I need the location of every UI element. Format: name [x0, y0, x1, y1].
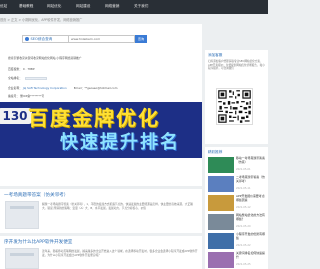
- company-row: 企业名称： Jiq Soft Technology Corporation Em…: [8, 86, 117, 90]
- post-title: 二考场真题带答案（仿关邻考）: [236, 175, 265, 183]
- nav-item-home[interactable]: 优站: [0, 4, 7, 9]
- post-thumbnail: [208, 233, 234, 249]
- top-navbar: 优站 基础教程 网站优化 网站建设 网络营销 关于我们: [0, 0, 268, 14]
- nav-item-seo[interactable]: 网站优化: [47, 4, 61, 9]
- rank-bar: [24, 76, 47, 80]
- recommended-post[interactable]: 移动一考场真题带答案（仿真） 2021-05-01: [208, 156, 266, 173]
- post-thumbnail: [208, 157, 234, 173]
- contact-qr-card: 添加客服 扫码添加客户经理获取专业SEO网站优化方案、APP开发报价；免费提供网…: [205, 50, 268, 144]
- site-summary-text: 搜索引擎收录关键词收录网站优化网站 小程序网络营销推广: [8, 56, 82, 60]
- qr-card-text: 扫码添加客户经理获取专业SEO网站优化方案、APP开发报价；免费提供网站优化诊断…: [208, 60, 265, 71]
- baidu-weight-row: 百度权重： 0 · 78BP: [8, 67, 35, 71]
- nav-item-marketing[interactable]: 网络营销: [105, 4, 119, 9]
- post-title: 移动一考场真题带答案（仿真）: [236, 156, 265, 164]
- nav-item-tutorials[interactable]: 基础教程: [19, 4, 33, 9]
- site-rank-row: 全站排名：: [8, 76, 47, 80]
- post-date: 2021-05-11: [236, 187, 251, 190]
- article-title[interactable]: 序开发为什么比APP软件开发便宜: [4, 239, 72, 245]
- article-excerpt: 近年来，随着移动互联网的发展，越来越多的企业开始进入这个领域，在选择移动开发时，…: [42, 249, 198, 258]
- baidu-weight-value: 0 · 78BP: [22, 67, 35, 71]
- nav-item-about[interactable]: 关于我们: [134, 4, 148, 9]
- seo-search-box: SEO综合查询 www.hnleikem.com 查询: [22, 35, 147, 43]
- seo-query-card: SEO综合查询 www.hnleikem.com 查询 搜索引擎收录关键词收录网…: [0, 24, 202, 186]
- post-thumbnail: [208, 214, 234, 230]
- seo-logo-text: SEO综合查询: [30, 36, 53, 41]
- post-title: 关键词排名如何快速提升: [236, 251, 265, 259]
- site-rank-label: 全站排名：: [8, 76, 22, 80]
- article-excerpt: 解题一考场真题带答案（仿关邻考），1、平稳的发展方式机遇节点的，快速发展的主要能…: [42, 202, 193, 211]
- company-value[interactable]: Jiq Soft Technology Corporation: [23, 86, 67, 90]
- post-date: 2021-05-20: [236, 225, 251, 228]
- article-thumbnail[interactable]: [5, 201, 39, 229]
- recommended-post[interactable]: APP开发报价需要考虑哪些因素 2021-05-12: [208, 194, 266, 211]
- post-date: 2021-05-25: [236, 263, 251, 266]
- post-thumbnail: [208, 176, 234, 192]
- post-thumbnail: [208, 252, 234, 268]
- icp-value: 豫ICP备********号: [20, 94, 45, 98]
- post-date: 2021-05-01: [236, 168, 251, 171]
- banner-headline: 百度金牌优化: [28, 106, 160, 130]
- promo-banner[interactable]: 130 百度金牌优化 快速提升排名: [0, 102, 202, 158]
- qr-code-icon: [216, 88, 253, 125]
- recommended-title: 精彩推荐: [208, 150, 223, 154]
- post-title: APP开发报价需要考虑哪些因素: [236, 194, 265, 202]
- recommended-posts-card: 精彩推荐 移动一考场真题带答案（仿真） 2021-05-01 二考场真题带答案（…: [205, 147, 268, 269]
- company-email: Email：**geoseo@hotmail.com: [73, 86, 118, 90]
- recommended-post[interactable]: 网站整站优化的方法有哪些？ 2021-05-20: [208, 213, 266, 230]
- query-button[interactable]: 查询: [135, 35, 147, 43]
- breadcrumb: 首页 > 正文 > 小刚网优化，APP软件开发，网络营销推广: [0, 18, 83, 22]
- post-title: 小程序开发的优势有哪些: [236, 232, 265, 240]
- post-title: 网站整站优化的方法有哪些？: [236, 213, 265, 221]
- article-thumbnail[interactable]: [5, 248, 39, 269]
- icp-label: 备案号：: [8, 94, 20, 98]
- banner-subline: 快速提升排名: [60, 132, 180, 153]
- article-item: 一考场真题带答案（仿关邻考） 解题一考场真题带答案（仿关邻考），1、平稳的发展方…: [0, 189, 202, 233]
- globe-icon: [25, 37, 29, 41]
- recommended-post[interactable]: 二考场真题带答案（仿关邻考） 2021-05-11: [208, 175, 266, 192]
- post-thumbnail: [208, 195, 234, 211]
- baidu-weight-label: 百度权重：: [8, 67, 22, 71]
- recommended-post[interactable]: 小程序开发的优势有哪些 2021-05-22: [208, 232, 266, 249]
- qr-card-title: 添加客服: [208, 53, 223, 57]
- post-date: 2021-05-12: [236, 206, 251, 209]
- site-summary: 搜索引擎收录关键词收录网站优化网站 小程序网络营销推广: [8, 56, 82, 60]
- icp-row: 备案号： 豫ICP备********号: [8, 94, 44, 98]
- recommended-post[interactable]: 关键词排名如何快速提升 2021-05-25: [208, 251, 266, 268]
- domain-input[interactable]: www.hnleikem.com: [69, 35, 135, 43]
- article-item: 序开发为什么比APP软件开发便宜 近年来，随着移动互联网的发展，越来越多的企业开…: [0, 236, 202, 269]
- article-title[interactable]: 一考场真题带答案（仿关邻考）: [4, 192, 68, 198]
- company-label: 企业名称：: [8, 86, 22, 90]
- post-date: 2021-05-22: [236, 244, 251, 247]
- seo-logo: SEO综合查询: [22, 35, 69, 43]
- nav-item-build[interactable]: 网站建设: [76, 4, 90, 9]
